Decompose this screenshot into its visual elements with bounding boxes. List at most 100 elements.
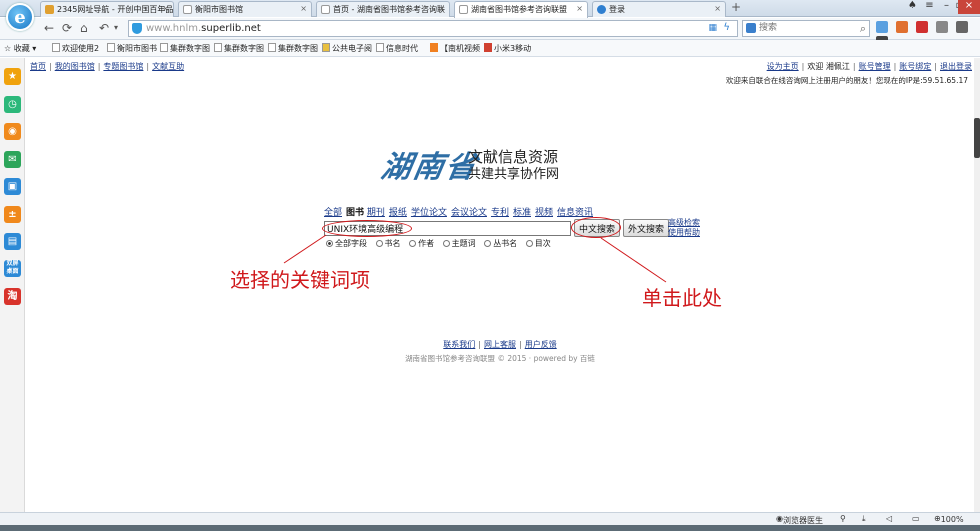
refresh-icon[interactable]: ⟳ [62, 21, 72, 35]
brand-subtitle: 共建共享协作网 [468, 167, 560, 182]
favorite-item[interactable]: 集群数字图 [268, 43, 318, 54]
scroll-thumb[interactable] [974, 118, 980, 158]
game-icon[interactable] [895, 21, 908, 33]
address-bar[interactable]: www.hnlm.superlib.net ▦ ϟ [128, 20, 738, 37]
annotation-ellipse-input [322, 220, 412, 237]
category-journals[interactable]: 期刊 [367, 208, 385, 218]
page-scrollbar[interactable] [974, 58, 980, 512]
new-tab-button[interactable]: + [728, 1, 744, 15]
close-tab-icon[interactable]: × [162, 4, 169, 13]
radio-label: 主题词 [451, 239, 476, 248]
search-input[interactable] [759, 21, 859, 35]
reader-icon [322, 43, 330, 52]
address-text[interactable]: www.hnlm.superlib.net [146, 23, 261, 34]
app-store-icon[interactable] [915, 21, 928, 33]
url-prefix: www.hnlm. [146, 23, 202, 34]
search-box[interactable]: ⌕ [742, 20, 870, 37]
tools-icon[interactable] [935, 21, 948, 33]
star-icon[interactable]: ★ [4, 68, 21, 85]
lightning-icon[interactable]: ϟ [723, 22, 730, 33]
minimize-icon[interactable]: – [938, 0, 955, 14]
browser-doctor[interactable]: ◉ 浏览器医生 [776, 514, 823, 525]
contact-us-link[interactable]: 联系我们 [443, 340, 475, 349]
back-icon[interactable]: ← [44, 21, 54, 35]
wechat-icon[interactable]: ✉ [4, 151, 21, 168]
advanced-search-link[interactable]: 高级检索 [668, 218, 700, 228]
favorites-button[interactable]: ☆ 收藏 ▾ [4, 43, 36, 54]
weibo-icon[interactable]: ◉ [4, 123, 21, 140]
close-tab-icon[interactable]: × [714, 4, 721, 13]
radio-author[interactable] [409, 240, 417, 247]
undo-dropdown-icon[interactable]: ▾ [114, 21, 118, 35]
nav-topic-library-link[interactable]: 专题图书馆 [103, 62, 143, 71]
category-standards[interactable]: 标准 [513, 208, 531, 218]
qr-icon[interactable]: ▦ [708, 23, 717, 33]
download-icon[interactable] [955, 21, 968, 33]
tab-label: 衡阳市图书馆 [195, 5, 243, 14]
calculator-icon[interactable]: ± [4, 206, 21, 223]
category-books[interactable]: 图书 [346, 208, 364, 218]
download-status-icon[interactable]: ⤓ [862, 514, 866, 524]
favorite-item[interactable]: 信息时代 [376, 43, 418, 54]
zoom-control[interactable]: ⊕ 100% [934, 514, 964, 524]
category-theses[interactable]: 学位论文 [411, 208, 447, 218]
app-icon[interactable]: 淘 [4, 288, 21, 305]
annotation-ellipse-button [571, 217, 621, 238]
radio-all-fields[interactable] [326, 240, 333, 247]
radio-series[interactable] [484, 240, 492, 247]
tab-hengyang[interactable]: 衡阳市图书馆 × [178, 1, 312, 17]
tab-login[interactable]: 登录 × [592, 1, 726, 17]
nav-home-link[interactable]: 首页 [30, 62, 46, 71]
tab-2345[interactable]: 2345网址导航 - 开创中国百年品 × [40, 1, 174, 17]
volume-icon[interactable]: ◁ [886, 514, 892, 523]
category-all[interactable]: 全部 [324, 208, 342, 218]
category-videos[interactable]: 视频 [535, 208, 553, 218]
favorite-item[interactable]: 欢迎使用2 [52, 43, 99, 54]
dual-desktop-icon[interactable]: 双屏 桌面 [4, 260, 21, 277]
screenshot-icon[interactable] [876, 21, 888, 33]
search-engine-icon[interactable] [746, 23, 756, 33]
set-home-link[interactable]: 设为主页 [767, 62, 799, 71]
favorite-item[interactable]: 公共电子阅 [322, 43, 372, 54]
category-newspapers[interactable]: 报纸 [389, 208, 407, 218]
feedback-link[interactable]: 用户反馈 [525, 340, 557, 349]
radio-title[interactable] [375, 240, 383, 247]
foreign-search-button[interactable]: 外文搜索 [623, 219, 670, 237]
undo-icon[interactable]: ↶ [99, 21, 109, 35]
category-conference[interactable]: 会议论文 [451, 208, 487, 218]
close-tab-icon[interactable]: × [438, 4, 445, 13]
online-service-link[interactable]: 网上客服 [484, 340, 516, 349]
close-window-icon[interactable]: × [958, 0, 980, 14]
close-tab-icon[interactable]: × [576, 4, 583, 13]
favorite-item[interactable]: 小米3移动 [484, 43, 531, 54]
radio-subject[interactable] [442, 240, 450, 247]
home-icon[interactable]: ⌂ [80, 21, 88, 35]
screen-icon[interactable]: ▣ [4, 178, 21, 195]
close-tab-icon[interactable]: × [300, 4, 307, 13]
browser-logo-icon[interactable]: e [6, 3, 34, 31]
search-icon[interactable]: ⌕ [860, 22, 866, 36]
skin-icon[interactable]: ♠ [904, 0, 921, 14]
tab-label: 湖南省图书馆参考咨询联盟 [471, 5, 567, 14]
account-mgmt-link[interactable]: 账号管理 [859, 62, 891, 71]
nav-doc-help-link[interactable]: 文献互助 [152, 62, 184, 71]
account-bind-link[interactable]: 账号绑定 [899, 62, 931, 71]
tab-hunan-alliance[interactable]: 湖南省图书馆参考咨询联盟 × [454, 1, 588, 18]
help-link[interactable]: 使用帮助 [668, 228, 700, 238]
window-icon[interactable]: ▭ [912, 514, 920, 523]
notes-icon[interactable]: ▤ [4, 233, 21, 250]
menu-icon[interactable]: ≡ [921, 0, 938, 14]
favorite-item[interactable]: 衡阳市图书 [107, 43, 157, 54]
radio-contents[interactable] [525, 240, 533, 247]
copyright: 湖南省图书馆参考咨询联盟 © 2015 · powered by 百链 [405, 354, 595, 363]
nav-my-library-link[interactable]: 我的图书馆 [55, 62, 95, 71]
clock-icon[interactable]: ◷ [4, 96, 21, 113]
favorite-item[interactable]: 【南机视频 [430, 43, 480, 54]
clean-icon[interactable]: ⚲ [840, 514, 846, 523]
favorite-item[interactable]: 集群数字图 [160, 43, 210, 54]
logout-link[interactable]: 退出登录 [940, 62, 972, 71]
favorite-label: 集群数字图 [278, 44, 318, 53]
category-patents[interactable]: 专利 [491, 208, 509, 218]
favorite-item[interactable]: 集群数字图 [214, 43, 264, 54]
tab-hunan-home[interactable]: 首页 - 湖南省图书馆参考咨询联 × [316, 1, 450, 17]
